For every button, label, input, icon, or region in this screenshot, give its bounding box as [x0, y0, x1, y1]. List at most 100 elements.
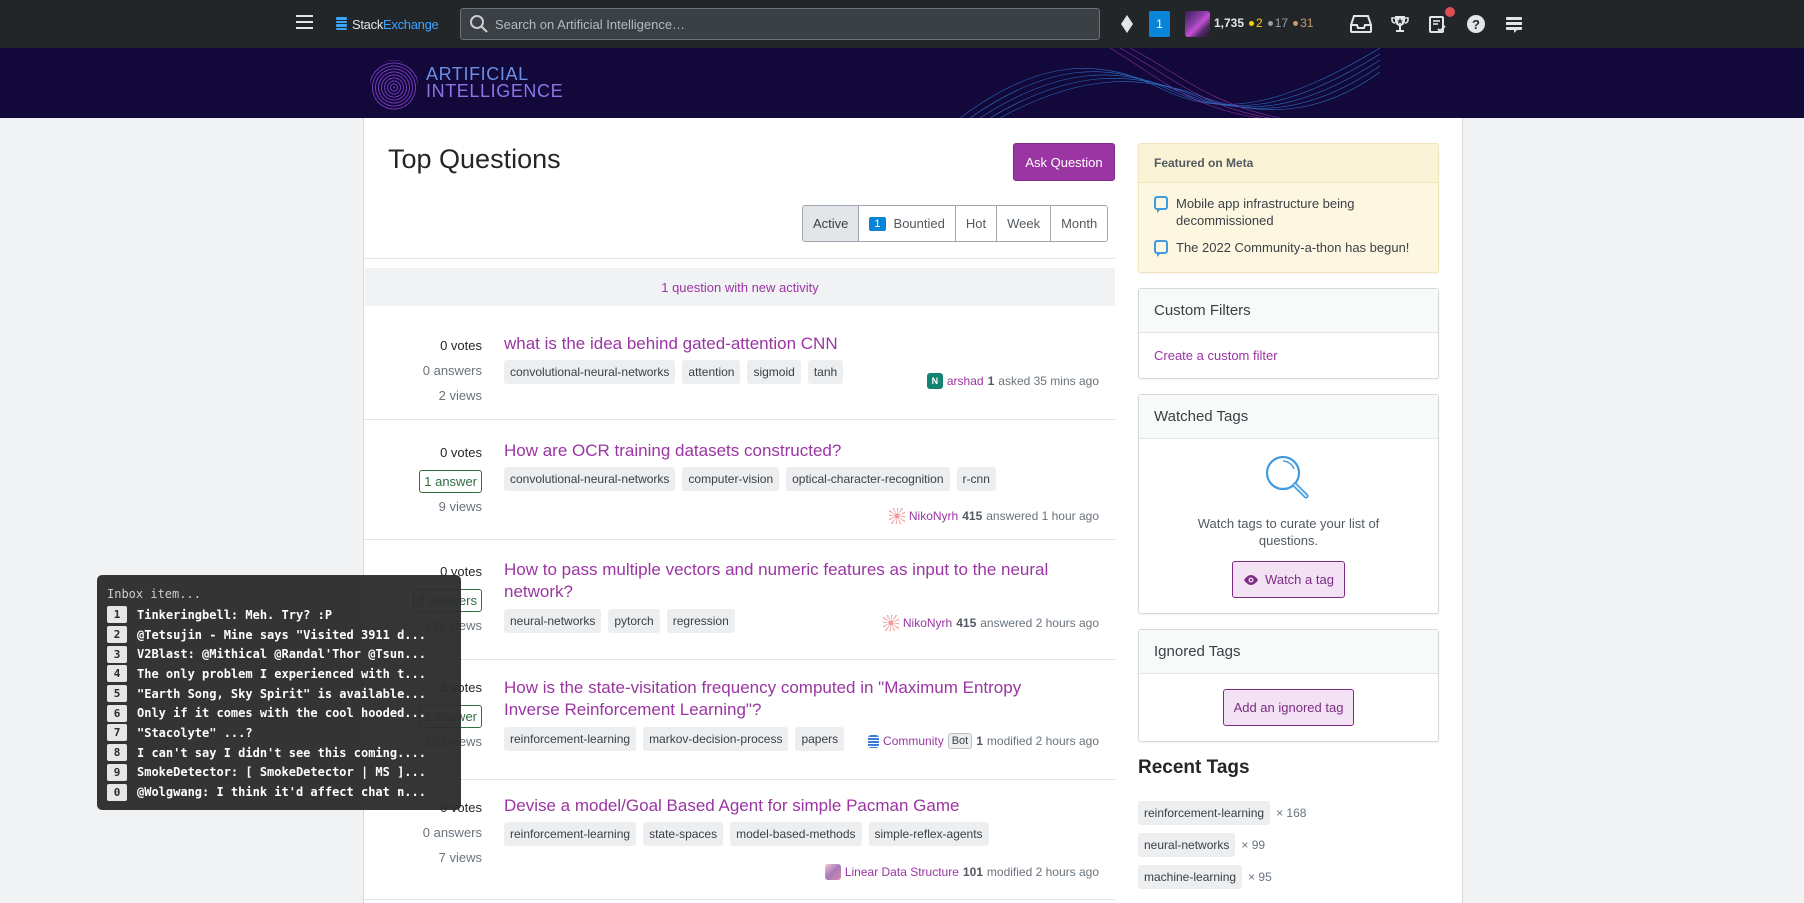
tag[interactable]: reinforcement-learning [1138, 801, 1271, 825]
inbox-item[interactable]: 2 @Tetsujin - Mine says "Visited 3911 d..… [107, 625, 451, 645]
user-avatar[interactable] [824, 864, 841, 880]
inbox-item[interactable]: 3 V2Blast: @Mithical @Randal'Thor @Tsun..… [107, 644, 451, 664]
user-reputation: 415 [956, 616, 977, 630]
search-icon [469, 14, 489, 34]
inbox-item-text: @Wolgwang: I think it'd affect chat n... [137, 785, 426, 800]
tag[interactable]: regression [666, 609, 735, 633]
add-ignored-tag-button[interactable]: Add an ignored tag [1222, 689, 1355, 726]
inbox-overlay-header: Inbox item... [107, 587, 201, 601]
bronze-count: 31 [1300, 16, 1314, 30]
tag[interactable]: neural-networks [1138, 833, 1236, 857]
question-title[interactable]: How is the state-visitation frequency co… [504, 677, 1074, 721]
question-tags: convolutional-neural-networks attention … [504, 360, 844, 384]
tag-count: × 99 [1241, 838, 1266, 852]
tag[interactable]: papers [795, 727, 845, 751]
inbox-icon[interactable] [1349, 12, 1373, 36]
inbox-item-key: 9 [107, 763, 127, 781]
tag[interactable]: tanh [807, 360, 844, 384]
tab-hot[interactable]: Hot [954, 206, 997, 241]
question-title[interactable]: Devise a model/Goal Based Agent for simp… [504, 795, 1074, 817]
site-logo[interactable]: ARTIFICIAL INTELLIGENCE [426, 65, 564, 101]
reputation-summary[interactable]: 1,735 2 17 31 [1214, 16, 1313, 30]
activity-time[interactable]: modified 2 hours ago [987, 865, 1099, 879]
new-activity-banner[interactable]: 1 question with new activity [365, 268, 1115, 306]
view-count: 9 views [438, 499, 482, 514]
inbox-item[interactable]: 9 SmokeDetector: [ SmokeDetector | MS ]..… [107, 763, 451, 783]
create-custom-filter-link[interactable]: Create a custom filter [1154, 348, 1278, 363]
tag[interactable]: reinforcement-learning [504, 822, 637, 846]
user-avatar[interactable]: N [926, 373, 943, 389]
question-title[interactable]: How are OCR training datasets constructe… [504, 440, 1074, 462]
tab-week[interactable]: Week [996, 206, 1051, 241]
eye-icon [1244, 574, 1259, 585]
tag[interactable]: state-spaces [643, 822, 724, 846]
tab-active-label: Active [813, 216, 849, 231]
search-box[interactable] [460, 8, 1100, 40]
tab-month[interactable]: Month [1050, 206, 1108, 241]
question-user-meta: Community Bot 1 modified 2 hours ago [868, 733, 1099, 749]
user-avatar[interactable] [888, 508, 905, 524]
inbox-item[interactable]: 6 Only if it comes with the cool hooded..… [107, 703, 451, 723]
tag[interactable]: convolutional-neural-networks [504, 360, 676, 384]
tag[interactable]: attention [682, 360, 741, 384]
tag[interactable]: pytorch [608, 609, 660, 633]
user-avatar[interactable] [1185, 11, 1210, 37]
question-title[interactable]: How to pass multiple vectors and numeric… [504, 559, 1074, 603]
tab-bountied-label: Bountied [893, 216, 945, 231]
site-switcher-icon[interactable] [1502, 12, 1526, 36]
question-user-meta: Linear Data Structure 101 modified 2 hou… [824, 864, 1099, 880]
tag[interactable]: model-based-methods [730, 822, 862, 846]
inbox-item[interactable]: 7 "Stacolyte" ...? [107, 723, 451, 743]
stackexchange-logo[interactable]: Stack Exchange [336, 14, 439, 34]
inbox-item-key: 6 [107, 704, 127, 722]
activity-time[interactable]: modified 2 hours ago [987, 734, 1099, 748]
tag[interactable]: computer-vision [682, 467, 780, 491]
inbox-item[interactable]: 4 The only problem I experienced with t..… [107, 664, 451, 684]
ask-question-button[interactable]: Ask Question [1013, 143, 1115, 181]
site-logo-line2: INTELLIGENCE [426, 81, 564, 101]
recent-tags-title: Recent Tags [1138, 757, 1250, 778]
tag[interactable]: markov-decision-process [643, 727, 789, 751]
tag[interactable]: machine-learning [1138, 865, 1243, 889]
trophy-icon[interactable] [1388, 12, 1412, 36]
review-queue-icon[interactable] [1426, 7, 1455, 36]
review-count-badge[interactable]: 1 [1149, 11, 1170, 37]
tag[interactable]: neural-networks [504, 609, 602, 633]
user-link[interactable]: arshad [947, 374, 984, 388]
tab-bountied[interactable]: 1 Bountied [858, 206, 955, 241]
inbox-item[interactable]: 5 "Earth Song, Sky Spirit" is available..… [107, 684, 451, 704]
menu-icon[interactable] [296, 15, 313, 30]
tag[interactable]: reinforcement-learning [504, 727, 637, 751]
inbox-item[interactable]: 1 Tinkeringbell: Meh. Try? :P [107, 605, 451, 625]
user-avatar[interactable] [882, 615, 899, 631]
tag[interactable]: simple-reflex-agents [868, 822, 989, 846]
inbox-item[interactable]: 8 I can't say I didn't see this coming...… [107, 743, 451, 763]
user-link[interactable]: NikoNyrh [909, 509, 958, 523]
tag[interactable]: convolutional-neural-networks [504, 467, 676, 491]
answer-count: 1 answer [419, 470, 482, 493]
community-icon[interactable] [868, 734, 880, 748]
inbox-item[interactable]: 0 @Wolgwang: I think it'd affect chat n..… [107, 782, 451, 802]
notification-dot [1445, 7, 1455, 17]
activity-time[interactable]: answered 1 hour ago [986, 509, 1099, 523]
question-tags: reinforcement-learning markov-decision-p… [504, 727, 845, 751]
magnifying-glass-icon [1261, 451, 1317, 507]
inbox-item-key: 8 [107, 744, 127, 762]
activity-time[interactable]: answered 2 hours ago [980, 616, 1099, 630]
tag[interactable]: sigmoid [747, 360, 801, 384]
tab-active[interactable]: Active [803, 206, 859, 241]
meta-post-link[interactable]: Mobile app infrastructure being decommis… [1154, 195, 1423, 229]
activity-time[interactable]: asked 35 mins ago [998, 374, 1099, 388]
user-link[interactable]: NikoNyrh [903, 616, 952, 630]
tag[interactable]: optical-character-recognition [786, 467, 950, 491]
user-link[interactable]: Linear Data Structure [845, 865, 959, 879]
tag[interactable]: r-cnn [956, 467, 996, 491]
diamond-icon[interactable] [1115, 12, 1139, 36]
user-link[interactable]: Community [883, 734, 944, 748]
question-title[interactable]: what is the idea behind gated-attention … [504, 333, 1074, 355]
meta-post-link[interactable]: The 2022 Community-a-thon has begun! [1154, 239, 1423, 257]
search-input[interactable] [495, 16, 1075, 32]
inbox-overlay: Inbox item... 1 Tinkeringbell: Meh. Try? … [97, 575, 461, 810]
help-icon[interactable]: ? [1464, 12, 1488, 36]
watch-a-tag-button[interactable]: Watch a tag [1232, 561, 1345, 598]
